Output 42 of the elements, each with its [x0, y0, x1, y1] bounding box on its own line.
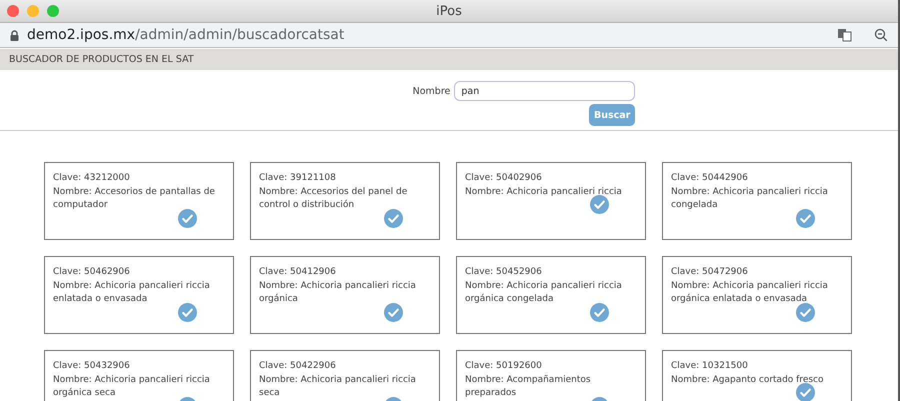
code-text: Clave: 50472906: [671, 266, 749, 279]
name-text: Nombre: Achicoria pancalieri riccia orgánica enlatada o envasada: [671, 280, 829, 306]
name-text: Nombre: Achicoria pancalieri riccia orgánica seca: [53, 374, 211, 400]
code-text: Clave: 50412906: [259, 266, 337, 279]
name-text: Nombre: Achicoria pancalieri riccia orgánica congelada: [465, 280, 623, 306]
check-circle-icon[interactable]: [796, 302, 815, 322]
code-text: Clave: 50422906: [259, 360, 337, 373]
check-circle-icon[interactable]: [384, 302, 403, 322]
code-text: Clave: 50462906: [53, 266, 131, 279]
code-text: Clave: 39121108: [259, 172, 337, 185]
name-text: Nombre: Achicoria pancalieri riccia enlatada o envasada: [53, 280, 211, 306]
name-text: Nombre: Acompañamientos preparados: [465, 374, 592, 400]
name-text: Nombre: Achicoria pancalieri riccia seca: [259, 374, 417, 400]
maximize-icon[interactable]: [47, 5, 59, 17]
name-text: Nombre: Achicoria pancalieri riccia congelada: [671, 186, 829, 212]
page-title: BUSCADOR DE PRODUCTOS EN EL SAT: [9, 54, 194, 65]
name-text: Nombre: Achicoria pancalieri riccia: [465, 186, 623, 198]
code-text: Clave: 50402906: [465, 172, 543, 185]
name-text: Nombre: Agapanto cortado fresco: [671, 374, 824, 386]
code-text: Clave: 50452906: [465, 266, 543, 279]
name-input-field[interactable]: pan: [454, 81, 636, 101]
code-text: Clave: 50432906: [53, 360, 131, 373]
code-text: Clave: 50192600: [465, 360, 543, 373]
close-icon[interactable]: [7, 5, 19, 17]
name-text: Nombre: Achicoria pancalieri riccia orgánica: [259, 280, 417, 306]
check-circle-icon[interactable]: [384, 208, 403, 228]
check-circle-icon[interactable]: [590, 195, 609, 214]
check-circle-icon[interactable]: [178, 302, 197, 322]
field-label: Nombre: [412, 86, 450, 96]
minimize-icon[interactable]: [27, 5, 39, 17]
check-circle-icon[interactable]: [796, 208, 815, 228]
lock-icon: [10, 30, 19, 40]
code-text: Clave: 50442906: [671, 172, 749, 185]
window-title: iPos: [436, 4, 462, 18]
code-text: Clave: 10321500: [671, 360, 749, 373]
name-text: Nombre: Accesorios de pantallas de computador: [53, 186, 216, 212]
check-circle-icon[interactable]: [178, 208, 197, 228]
zoom-out-icon[interactable]: [874, 28, 888, 42]
translate-icon[interactable]: [838, 28, 852, 42]
code-text: Clave: 43212000: [53, 172, 131, 185]
check-circle-icon[interactable]: [590, 302, 609, 322]
name-text: Nombre: Accesorios del panel de control o distribución: [259, 186, 408, 212]
